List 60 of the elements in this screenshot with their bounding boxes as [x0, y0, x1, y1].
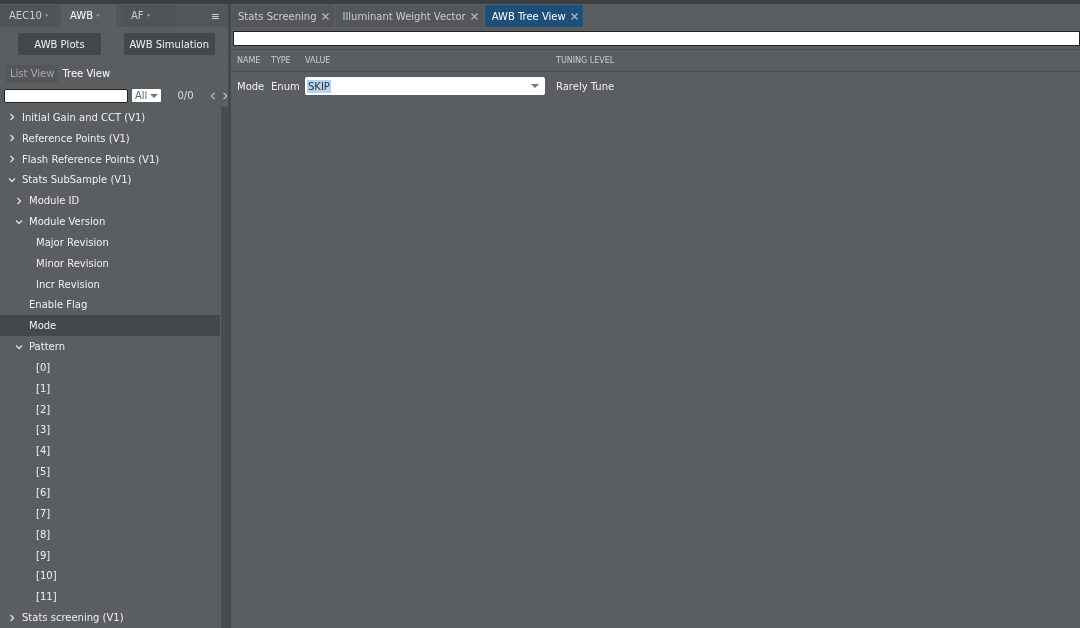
tree-item[interactable]: [4] [0, 440, 220, 462]
scope-dropdown[interactable]: All [132, 89, 162, 103]
tree-item[interactable]: Stats screening (V1) [0, 607, 220, 628]
close-icon[interactable] [470, 12, 478, 20]
tree-item[interactable]: Initial Gain and CCT (V1) [0, 106, 220, 128]
tree-item[interactable]: Flash Reference Points (V1) [0, 148, 220, 170]
column-header: NAME [236, 56, 262, 65]
view-tab[interactable]: List View [6, 64, 59, 83]
chevron-right-icon[interactable] [15, 196, 23, 205]
tree-item[interactable]: Major Revision [0, 231, 220, 253]
tree-item[interactable]: Module ID [0, 190, 220, 212]
close-icon[interactable] [570, 12, 578, 20]
search-field[interactable] [4, 88, 128, 103]
chevron-down-icon[interactable] [8, 175, 16, 184]
action-button[interactable]: AWB Plots [18, 33, 101, 55]
tree-item[interactable]: Pattern [0, 336, 220, 358]
tree-item[interactable]: Incr Revision [0, 273, 220, 295]
previous-icon[interactable] [209, 90, 216, 101]
column-header: TUNING LEVEL [555, 56, 615, 65]
chevron-right-icon[interactable] [8, 113, 16, 122]
close-icon[interactable] [321, 12, 329, 20]
tree-item[interactable]: Reference Points (V1) [0, 127, 220, 149]
tree-item[interactable]: Stats SubSample (V1) [0, 169, 220, 191]
tree-item[interactable]: [8] [0, 523, 220, 545]
caret-icon[interactable] [531, 84, 539, 88]
tree-item[interactable]: [10] [0, 565, 220, 587]
table-cell-text: Enum [271, 80, 301, 92]
tree-item[interactable]: Enable Flag [0, 294, 220, 316]
table-cell-text: Mode [236, 80, 266, 92]
tree-item[interactable]: [5] [0, 461, 220, 483]
column-header: TYPE [271, 56, 292, 65]
tree-item[interactable]: [1] [0, 377, 220, 399]
menu-icon[interactable]: ≡ [210, 9, 220, 23]
tree-item[interactable]: [6] [0, 482, 220, 503]
tree-item[interactable]: [9] [0, 544, 220, 566]
chevron-right-icon[interactable] [8, 613, 16, 622]
document-tab[interactable]: Illuminant Weight Vector [335, 5, 483, 27]
result-count: 0/0 [177, 90, 194, 102]
tree-item[interactable]: [2] [0, 398, 220, 420]
view-tab[interactable]: Tree View [58, 64, 115, 83]
search-field[interactable] [233, 31, 1080, 46]
tree-item[interactable]: Minor Revision [0, 252, 220, 274]
chevron-down-icon[interactable] [15, 342, 23, 351]
action-button[interactable]: AWB Simulation [123, 33, 215, 55]
tree-item[interactable]: [3] [0, 419, 220, 441]
document-tab[interactable]: AWB Tree View [484, 5, 583, 27]
chevron-down-icon[interactable] [15, 217, 23, 226]
table-cell-text: Rarely Tune [555, 80, 615, 92]
document-tab[interactable]: Stats Screening [231, 5, 334, 27]
caret-icon[interactable] [150, 93, 159, 98]
column-header: VALUE [305, 56, 332, 65]
tree-item[interactable]: [7] [0, 502, 220, 524]
value-dropdown[interactable]: SKIP [305, 77, 545, 95]
tree-item[interactable]: Module Version [0, 211, 220, 232]
chevron-right-icon[interactable] [8, 134, 16, 143]
tree-item[interactable]: [0] [0, 357, 220, 378]
tree-item[interactable]: Mode [0, 315, 220, 337]
next-icon[interactable] [221, 90, 228, 101]
tree-item[interactable]: [11] [0, 586, 220, 608]
chevron-right-icon[interactable] [8, 155, 16, 163]
